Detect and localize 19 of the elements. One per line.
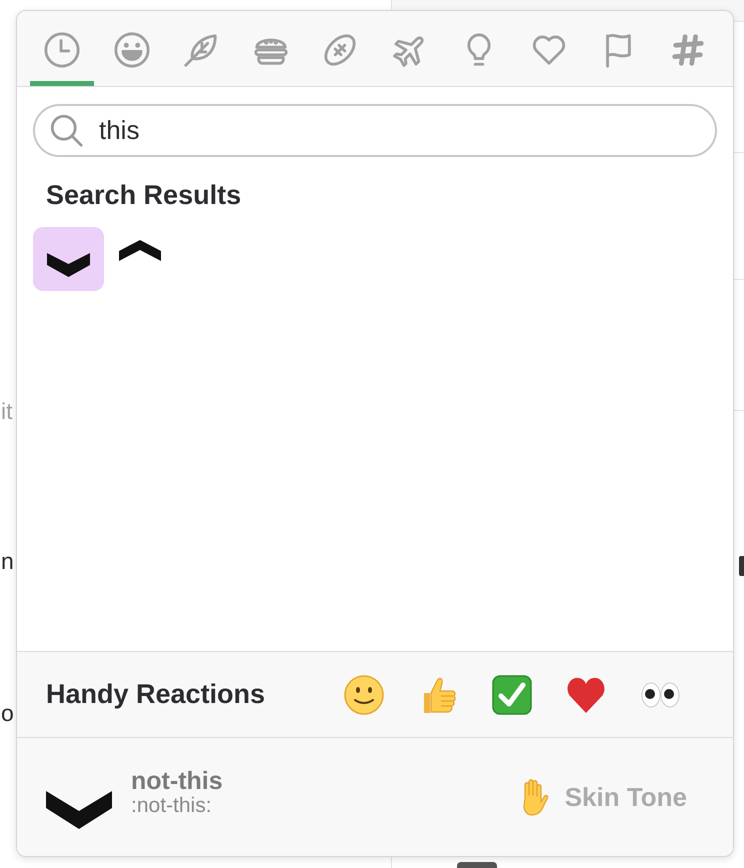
emoji-result[interactable] bbox=[33, 227, 104, 291]
chevron-up-icon bbox=[118, 240, 160, 261]
chevron-down-icon bbox=[46, 791, 112, 829]
smiley-icon bbox=[112, 30, 151, 68]
search-field[interactable]: this bbox=[33, 104, 717, 157]
emoji-shortcode: :not-this: bbox=[131, 794, 213, 818]
image-placeholder bbox=[457, 862, 497, 868]
cropped-icon bbox=[739, 556, 744, 576]
clock-icon bbox=[43, 30, 81, 68]
chevron-down-icon bbox=[47, 253, 90, 277]
results-heading: Search Results bbox=[46, 179, 242, 211]
check-mark-icon bbox=[492, 674, 532, 714]
search-icon bbox=[50, 114, 83, 147]
text-fragment: n bbox=[0, 548, 14, 574]
emoji-name: not-this bbox=[131, 768, 223, 794]
text-fragment: o bbox=[0, 700, 14, 726]
smiley-face-icon bbox=[344, 674, 384, 714]
reactions-label: Handy Reactions bbox=[46, 679, 266, 710]
text-fragment: it bbox=[0, 398, 12, 424]
